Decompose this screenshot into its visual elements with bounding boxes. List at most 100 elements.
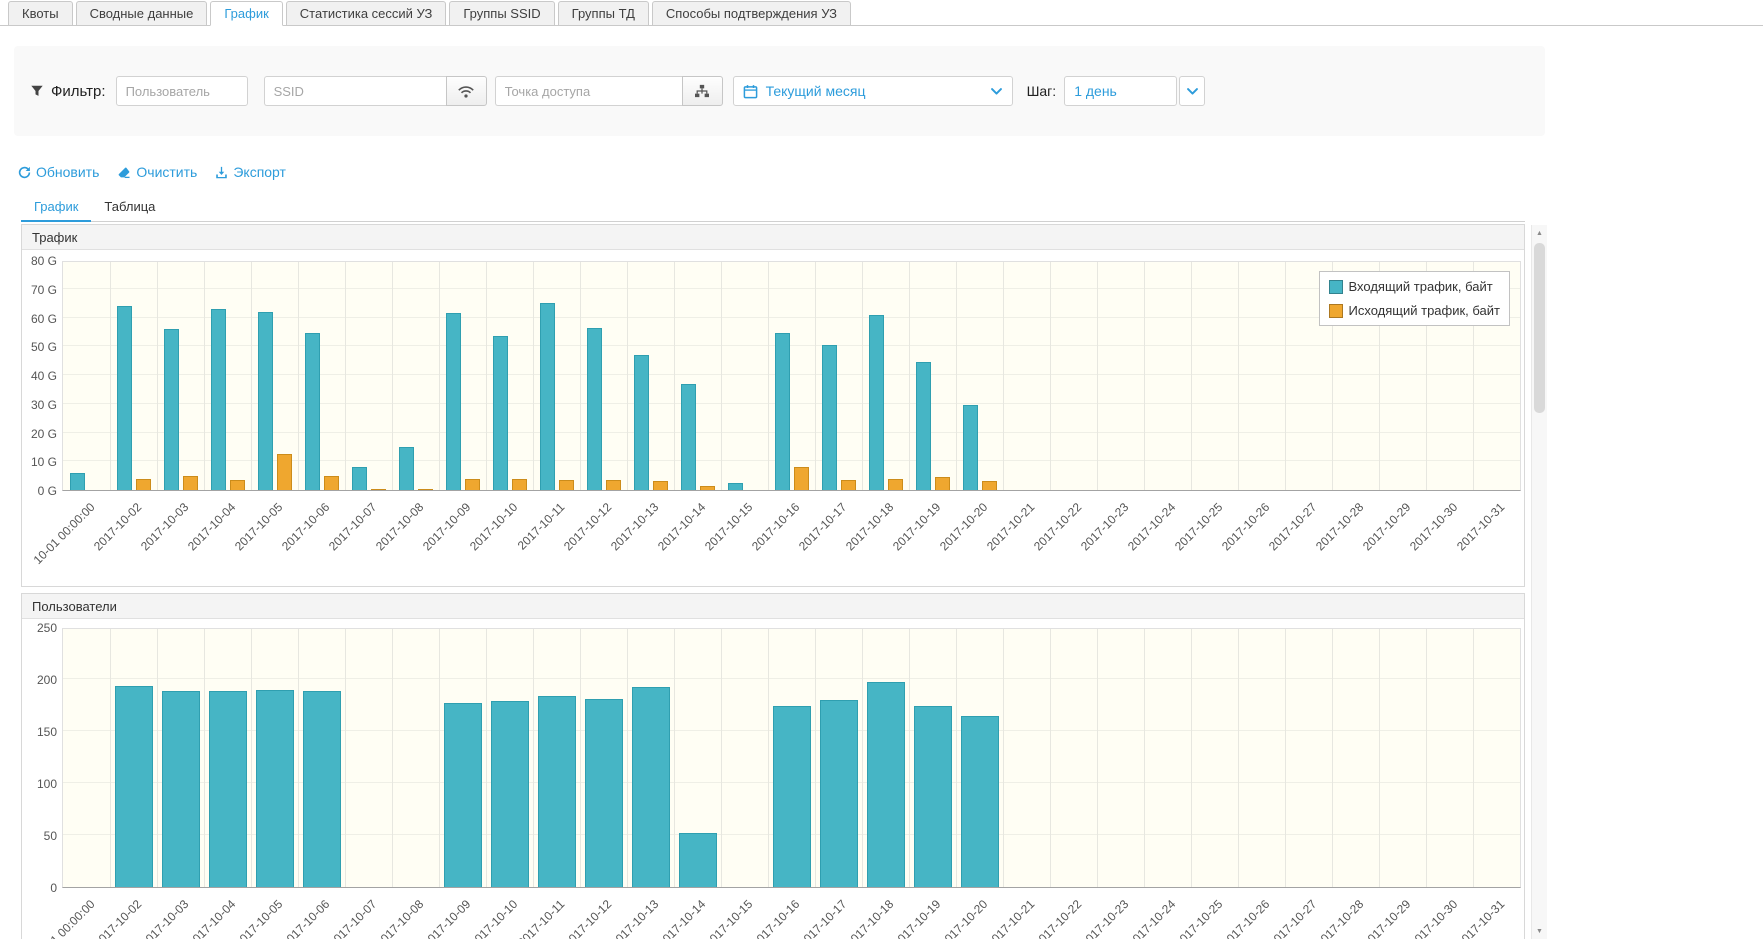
bar-users xyxy=(679,833,717,887)
x-axis-label: 2017-10-11 xyxy=(515,500,568,553)
tab-svodnye-dannye[interactable]: Сводные данные xyxy=(76,1,208,26)
bar-users xyxy=(538,696,576,887)
tab-grafik[interactable]: График xyxy=(210,1,282,26)
ssid-search-button[interactable] xyxy=(446,76,487,106)
user-filter-input[interactable] xyxy=(116,76,248,106)
scroll-down-button[interactable]: ▼ xyxy=(1532,923,1547,939)
gridline xyxy=(1332,629,1333,887)
tab-gruppy-ssid[interactable]: Группы SSID xyxy=(449,1,554,26)
gridline xyxy=(1144,262,1145,490)
ssid-filter-input[interactable] xyxy=(264,76,446,106)
gridline xyxy=(439,262,440,490)
x-axis-label: 2017-10-03 xyxy=(138,500,191,553)
step-chevron-button[interactable] xyxy=(1179,76,1205,106)
x-axis-label: 2017-10-08 xyxy=(373,897,426,939)
step-value: 1 день xyxy=(1074,83,1117,99)
legend-item[interactable]: Исходящий трафик, байт xyxy=(1329,303,1500,318)
y-axis-label: 150 xyxy=(37,725,57,739)
export-link[interactable]: Экспорт xyxy=(215,164,286,180)
bar-users xyxy=(256,690,294,887)
gridline xyxy=(533,629,534,887)
refresh-label: Обновить xyxy=(36,164,99,180)
gridline xyxy=(1144,629,1145,887)
step-select[interactable]: 1 день xyxy=(1064,76,1177,106)
x-axis-label: 2017-10-13 xyxy=(608,897,661,939)
bar-incoming xyxy=(822,345,837,490)
bar-users xyxy=(773,706,811,887)
bar-users xyxy=(820,700,858,887)
chart-legend: Входящий трафик, байт Исходящий трафик, б… xyxy=(1319,271,1510,326)
x-axis-label: 2017-10-02 xyxy=(91,500,144,553)
x-axis-label: 2017-10-18 xyxy=(843,500,896,553)
clear-link[interactable]: Очистить xyxy=(117,164,197,180)
bar-incoming xyxy=(446,313,461,490)
chevron-down-icon xyxy=(990,85,1003,98)
x-axis-label: 2017-10-30 xyxy=(1407,897,1460,939)
gridline xyxy=(110,629,111,887)
x-axis-label: 2017-10-29 xyxy=(1360,500,1413,553)
gridline xyxy=(1285,629,1286,887)
bar-users xyxy=(491,701,529,887)
y-axis-label: 70 G xyxy=(31,283,57,297)
x-axis-label: 2017-10-20 xyxy=(937,500,990,553)
gridline xyxy=(392,262,393,490)
gridline xyxy=(439,629,440,887)
bar-outgoing xyxy=(183,476,198,490)
period-select[interactable]: Текущий месяц xyxy=(733,76,1013,106)
gridline xyxy=(1097,629,1098,887)
bar-outgoing xyxy=(888,479,903,491)
x-axis-label: 2017-10-29 xyxy=(1360,897,1413,939)
users-panel-title: Пользователи xyxy=(22,594,1524,619)
tab-gruppy-td[interactable]: Группы ТД xyxy=(558,1,649,26)
gridline xyxy=(157,262,158,490)
ap-search-button[interactable] xyxy=(682,76,723,106)
x-axis-label: 2017-10-12 xyxy=(561,500,614,553)
subtab-tablitsa[interactable]: Таблица xyxy=(91,195,168,221)
refresh-icon xyxy=(18,166,31,179)
x-axis-label: 2017-10-09 xyxy=(420,897,473,939)
gridline xyxy=(1050,629,1051,887)
x-axis-label: 2017-10-28 xyxy=(1313,897,1366,939)
period-value: Текущий месяц xyxy=(766,83,982,99)
filter-label: Фильтр: xyxy=(30,83,106,100)
legend-item[interactable]: Входящий трафик, байт xyxy=(1329,279,1500,294)
gridline xyxy=(298,629,299,887)
ap-filter-input[interactable] xyxy=(495,76,682,106)
bar-outgoing xyxy=(794,467,809,490)
gridline xyxy=(674,629,675,887)
scroll-up-button[interactable]: ▲ xyxy=(1532,225,1547,241)
x-axis-label: 2017-10-14 xyxy=(655,500,708,553)
gridline xyxy=(956,629,957,887)
gridline xyxy=(1473,629,1474,887)
x-axis-label: 2017-10-16 xyxy=(749,500,802,553)
sitemap-icon xyxy=(694,84,710,98)
plot-area: Входящий трафик, байт Исходящий трафик, б… xyxy=(62,261,1521,491)
bar-users xyxy=(115,686,153,887)
gridline xyxy=(768,629,769,887)
x-axis-label: 2017-10-15 xyxy=(702,500,755,553)
users-chart: 050100150200250 10-01 00:00:002017-10-02… xyxy=(22,619,1524,939)
x-axis-label: 2017-10-24 xyxy=(1125,897,1178,939)
tab-statistika-sessiy-uz[interactable]: Статистика сессий УЗ xyxy=(286,1,447,26)
vertical-scrollbar[interactable]: ▲ ▼ xyxy=(1531,225,1547,939)
scroll-thumb[interactable] xyxy=(1534,243,1545,413)
bar-users xyxy=(961,716,999,887)
traffic-chart: 0 G10 G20 G30 G40 G50 G60 G70 G80 G Вход… xyxy=(22,250,1524,586)
x-axis-label: 2017-10-11 xyxy=(515,897,568,939)
tab-sposoby-podtverzhdeniya-uz[interactable]: Способы подтверждения УЗ xyxy=(652,1,851,26)
y-axis-label: 20 G xyxy=(31,427,57,441)
bar-incoming xyxy=(305,333,320,490)
tab-kvoty[interactable]: Квоты xyxy=(8,1,73,26)
bar-incoming xyxy=(117,306,132,490)
x-axis-label: 2017-10-08 xyxy=(373,500,426,553)
wifi-icon xyxy=(457,84,475,99)
refresh-link[interactable]: Обновить xyxy=(18,164,99,180)
x-axis-label: 10-01 00:00:00 xyxy=(30,500,97,567)
y-axis-label: 10 G xyxy=(31,455,57,469)
gridline xyxy=(1003,262,1004,490)
subtab-grafik[interactable]: График xyxy=(21,195,91,222)
bar-outgoing xyxy=(136,479,151,491)
gridline xyxy=(1003,629,1004,887)
gridline xyxy=(345,262,346,490)
gridline xyxy=(533,262,534,490)
